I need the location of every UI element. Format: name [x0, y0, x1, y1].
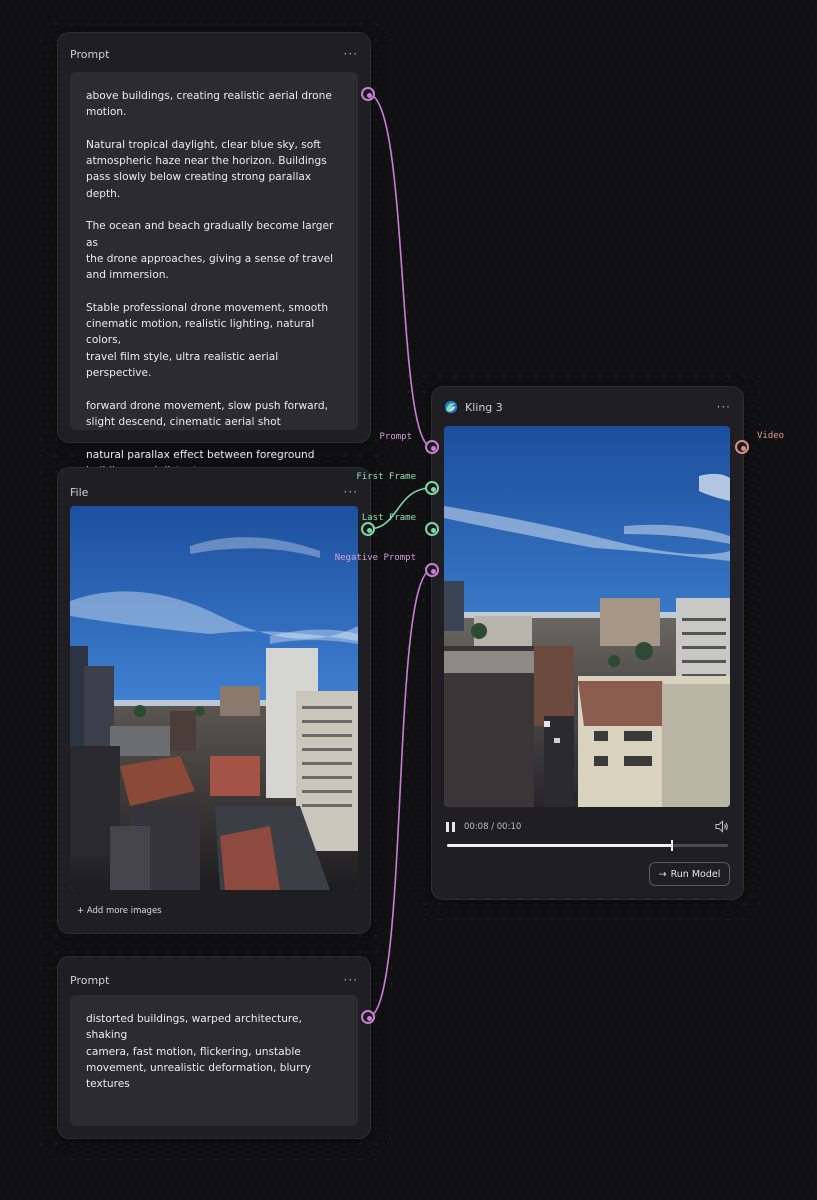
- node-title: Prompt: [70, 973, 110, 987]
- video-time: 00:08 / 00:10: [464, 822, 522, 832]
- node-title: File: [70, 485, 89, 499]
- volume-icon[interactable]: [715, 820, 729, 833]
- kling-negative-prompt-input-port[interactable]: [425, 563, 439, 577]
- more-options-icon[interactable]: ···: [344, 974, 358, 986]
- run-model-button[interactable]: → Run Model: [649, 862, 730, 886]
- arrow-right-icon: →: [658, 868, 667, 880]
- prompt-paragraph: Stable professional drone movement, smoo…: [86, 301, 329, 380]
- prompt-paragraph: The ocean and beach gradually become lar…: [86, 220, 334, 282]
- run-model-label: Run Model: [670, 868, 721, 880]
- port-label-negative-prompt: Negative Prompt: [334, 553, 416, 563]
- prompt-output-port[interactable]: [361, 87, 375, 101]
- wire-prompt: [367, 93, 433, 448]
- node-title: Kling 3: [465, 400, 503, 414]
- kling-video-output-port[interactable]: [735, 440, 749, 454]
- city-video-frame: [444, 426, 730, 807]
- prompt-paragraph: above buildings, creating realistic aeri…: [86, 90, 332, 119]
- add-more-images-button[interactable]: + Add more images: [77, 906, 162, 916]
- video-progress-handle[interactable]: [670, 840, 673, 851]
- more-options-icon[interactable]: ···: [717, 401, 731, 413]
- prompt-node-bottom[interactable]: Prompt ··· distorted buildings, warped a…: [57, 956, 371, 1139]
- prompt-paragraph: Natural tropical daylight, clear blue sk…: [86, 138, 327, 200]
- node-title: Prompt: [70, 47, 110, 61]
- wire-negative-prompt: [367, 569, 433, 1018]
- city-photo-left: [70, 506, 358, 890]
- pause-icon[interactable]: [446, 822, 456, 832]
- video-progress-bar[interactable]: [447, 840, 728, 851]
- more-options-icon[interactable]: ···: [344, 48, 358, 60]
- file-output-port[interactable]: [361, 522, 375, 536]
- prompt-paragraph: forward drone movement, slow push forwar…: [86, 399, 328, 428]
- uploaded-image[interactable]: [70, 506, 358, 890]
- prompt-textarea[interactable]: above buildings, creating realistic aeri…: [70, 72, 358, 477]
- port-label-first-frame: First Frame: [356, 472, 416, 482]
- kling-last-frame-input-port[interactable]: [425, 522, 439, 536]
- file-node[interactable]: File ··· + Add more images: [57, 467, 371, 934]
- port-label-last-frame: Last Frame: [361, 513, 416, 523]
- port-label-prompt: Prompt: [379, 432, 412, 442]
- kling-logo-icon: [444, 400, 458, 414]
- video-progress-fill: [447, 844, 672, 847]
- negative-prompt-textarea[interactable]: distorted buildings, warped architecture…: [70, 995, 358, 1126]
- kling-first-frame-input-port[interactable]: [425, 481, 439, 495]
- prompt-paragraph: distorted buildings, warped architecture…: [86, 1013, 311, 1091]
- negative-prompt-output-port[interactable]: [361, 1010, 375, 1024]
- port-label-video: Video: [757, 431, 785, 441]
- prompt-node-top[interactable]: Prompt ··· above buildings, creating rea…: [57, 32, 371, 477]
- kling-prompt-input-port[interactable]: [425, 440, 439, 454]
- more-options-icon[interactable]: ···: [344, 486, 358, 498]
- video-preview[interactable]: [444, 426, 730, 807]
